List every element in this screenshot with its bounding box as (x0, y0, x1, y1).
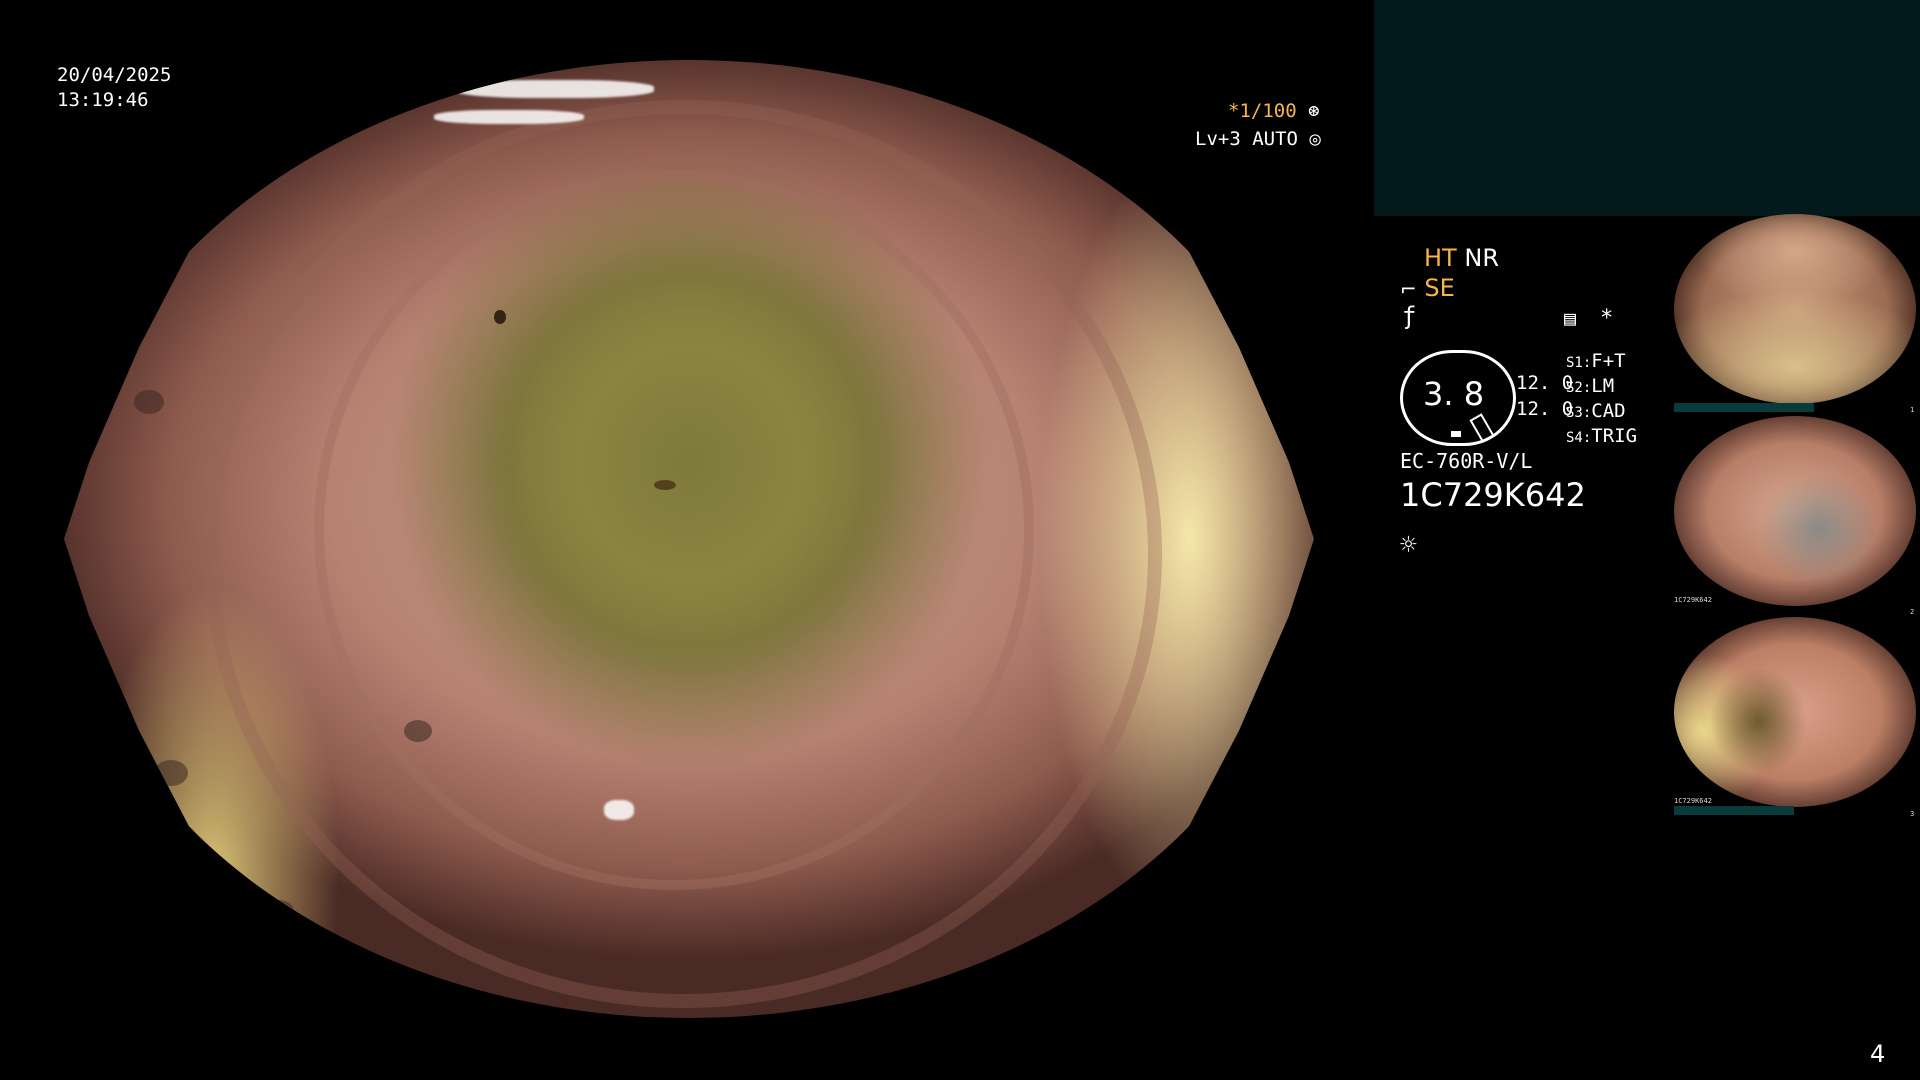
specular-glare (434, 110, 584, 124)
thumbnail-1-label: 1 (1910, 406, 1915, 414)
mucosal-spot (1044, 100, 1074, 124)
scope-key: S1: (1566, 355, 1592, 371)
scope-key-row: S4:TRIG (1566, 425, 1637, 450)
meter-needle-icon (1469, 413, 1495, 443)
serial-number: 1C729K642 (1400, 476, 1586, 514)
specular-glare (604, 800, 634, 820)
mucosal-spot (154, 760, 188, 786)
endoscopy-view (64, 60, 1314, 1018)
mode-primary: HT (1424, 244, 1457, 272)
auto-icon: ◎ (1309, 128, 1321, 150)
brightness-meter: 3. 8 (1400, 350, 1516, 446)
specular-glare (454, 80, 654, 98)
record-icon: ▤ (1564, 306, 1577, 330)
level-value: Lv+3 AUTO (1195, 128, 1298, 150)
thumbnail-3-strip (1674, 806, 1794, 815)
scope-key: S2: (1566, 380, 1592, 396)
thumbnail-2-label: 2 (1910, 608, 1915, 616)
thumbnail-1-strip (1674, 403, 1814, 412)
mucosal-fold (204, 100, 1162, 1008)
scope-key-value: F+T (1591, 350, 1626, 372)
shutter-value: *1/100 (1228, 100, 1297, 122)
scope-key-value: LM (1591, 375, 1615, 397)
thumbnail-3-label: 3 (1910, 810, 1915, 818)
scope-key: S3: (1566, 405, 1592, 421)
meter-reading-1: 12. 0 (1516, 372, 1574, 394)
date-label: 20/04/2025 (57, 64, 172, 86)
thumbnail-1[interactable] (1674, 214, 1916, 404)
enhance-label: SE (1424, 274, 1455, 302)
scope-model: EC-760R-V/L (1400, 449, 1533, 473)
meter-marker-icon (1451, 431, 1461, 437)
scope-key-value: CAD (1591, 400, 1626, 422)
structure-enhance-icon: ⌐ (1400, 277, 1417, 301)
mucosal-spot (404, 720, 432, 742)
mucosal-spot (264, 900, 294, 922)
info-panel-header (1374, 0, 1920, 216)
meter-value: 3. 8 (1423, 375, 1485, 413)
light-source-icon: ☼ (1400, 528, 1417, 561)
mode-indicator: HT NR (1424, 244, 1499, 272)
mucosal-spot (654, 480, 676, 490)
shutter-label: *1/100 ⊛ (1228, 100, 1320, 122)
scope-key-row: S3:CAD (1566, 400, 1637, 425)
scope-key-value: TRIG (1591, 425, 1638, 447)
page-number: 4 (1870, 1040, 1886, 1068)
scope-key-row: S2:LM (1566, 375, 1637, 400)
mucosal-spot (134, 390, 164, 414)
meter-reading-2: 12. 0 (1516, 398, 1574, 420)
asterisk-label: * (1600, 306, 1614, 331)
curve-icon: ƒ (1402, 302, 1417, 330)
scope-key-list: S1:F+T S2:LM S3:CAD S4:TRIG (1566, 350, 1637, 450)
thumbnail-2-serial: 1C729K642 (1674, 596, 1712, 604)
time-label: 13:19:46 (57, 89, 149, 111)
thumbnail-2[interactable] (1674, 416, 1916, 606)
scope-key-row: S1:F+T (1566, 350, 1637, 375)
enhance-indicator: ⌐ SE (1400, 274, 1455, 302)
level-label: Lv+3 AUTO ◎ (1195, 128, 1321, 150)
thumbnail-3[interactable] (1674, 617, 1916, 807)
aperture-icon: ⊛ (1308, 100, 1320, 122)
mucosal-spot (494, 310, 506, 324)
thumbnail-3-serial: 1C729K642 (1674, 797, 1712, 805)
mode-secondary: NR (1464, 244, 1499, 272)
scope-key: S4: (1566, 430, 1592, 446)
